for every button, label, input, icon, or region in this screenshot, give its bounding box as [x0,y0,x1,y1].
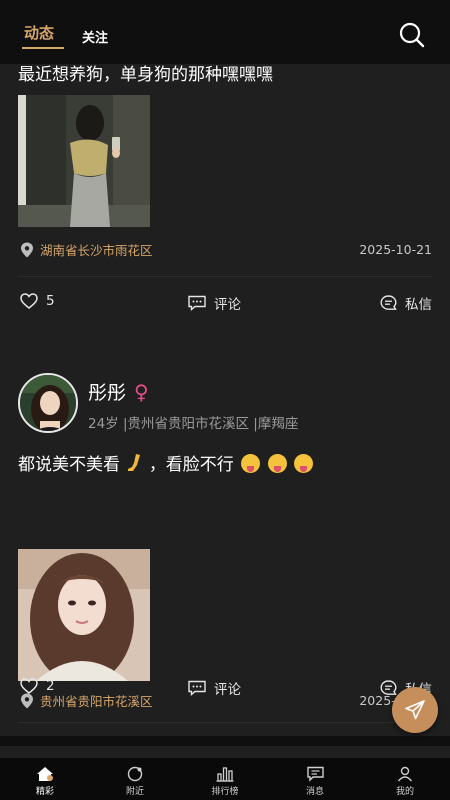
private-message-button[interactable]: 私信 [380,293,432,313]
tab-follow-label: 关注 [82,31,109,46]
next-post-card-peek [0,746,450,758]
chat-bubble-icon [380,295,397,310]
comment-button[interactable]: 评论 [188,678,241,698]
ranking-icon [216,767,234,782]
post-card[interactable]: 最近想养狗，单身狗的那种嘿嘿嘿 湖南省长沙市雨花区 2025-10-21 5 评… [0,64,450,406]
post-photo [18,95,150,227]
tab-moments-label: 动态 [24,24,55,42]
avatar-photo [20,375,76,431]
comment-label: 评论 [214,682,241,698]
post-text: 都说美不美看 ，看脸不行 [18,450,314,475]
like-count: 2 [46,678,55,694]
tabbar-label: 附近 [125,787,144,797]
post-text-rest: ，看脸不行 [148,455,234,475]
post-text-main: 都说美不美看 [18,455,120,475]
home-icon [37,767,53,781]
divider [18,276,432,277]
tabbar-item-nearby[interactable]: 附近 [90,758,180,800]
status-bar [0,0,450,14]
tabbar-item-messages[interactable]: 消息 [270,758,360,800]
like-button[interactable]: 2 [20,678,55,694]
location-pin-icon [21,242,33,257]
post-image[interactable] [18,549,150,681]
tabbar-label: 排行榜 [211,787,239,797]
comment-button[interactable]: 评论 [188,293,241,313]
tongue-emoji [294,454,314,473]
tabbar-item-profile[interactable]: 我的 [360,758,450,800]
chat-bubble-icon [380,680,397,695]
tongue-emoji [267,454,287,473]
like-count: 5 [46,293,55,309]
profile-icon [397,766,413,782]
user-info: 24岁 |贵州省贵阳市花溪区 |摩羯座 [88,416,299,432]
post-photo [18,549,150,681]
comment-label: 评论 [214,297,241,313]
tab-moments[interactable]: 动态 [22,22,64,49]
send-icon [405,700,425,720]
top-header: 动态 关注 [0,14,450,64]
post-location: 湖南省长沙市雨花区 [20,240,153,259]
tongue-emoji [241,454,261,473]
username-text: 彤彤 [88,382,127,404]
location-text: 贵州省贵阳市花溪区 [40,694,153,709]
comment-icon [188,680,206,696]
compose-post-button[interactable] [392,687,438,733]
bottom-tab-bar: 精彩 附近 排行榜 消息 我的 [0,758,450,800]
location-text: 湖南省长沙市雨花区 [40,243,153,258]
active-tab-underline [22,47,64,49]
post-image[interactable] [18,95,150,227]
search-button[interactable] [398,21,426,49]
feed-list[interactable]: 最近想养狗，单身狗的那种嘿嘿嘿 湖南省长沙市雨花区 2025-10-21 5 评… [0,64,450,758]
post-text: 最近想养狗，单身狗的那种嘿嘿嘿 [18,65,273,85]
tabbar-item-featured[interactable]: 精彩 [0,758,90,800]
search-icon [399,22,425,48]
tabbar-item-ranking[interactable]: 排行榜 [180,758,270,800]
heart-icon [20,293,38,309]
tabbar-label: 我的 [395,787,414,797]
leg-emoji [128,454,141,471]
message-icon [306,766,324,782]
message-label: 私信 [405,297,432,313]
location-pin-icon [21,693,33,708]
nearby-icon [127,766,143,782]
avatar[interactable] [18,373,78,433]
female-gender-icon: ♀ [134,379,149,404]
post-date: 2025-10-21 [359,242,432,257]
heart-icon [20,678,38,694]
tabbar-label: 消息 [305,787,324,797]
tab-follow[interactable]: 关注 [82,27,108,46]
username[interactable]: 彤彤 ♀ [88,378,149,405]
divider [18,722,432,723]
tabbar-label: 精彩 [35,787,54,797]
like-button[interactable]: 5 [20,293,55,309]
comment-icon [188,295,206,311]
